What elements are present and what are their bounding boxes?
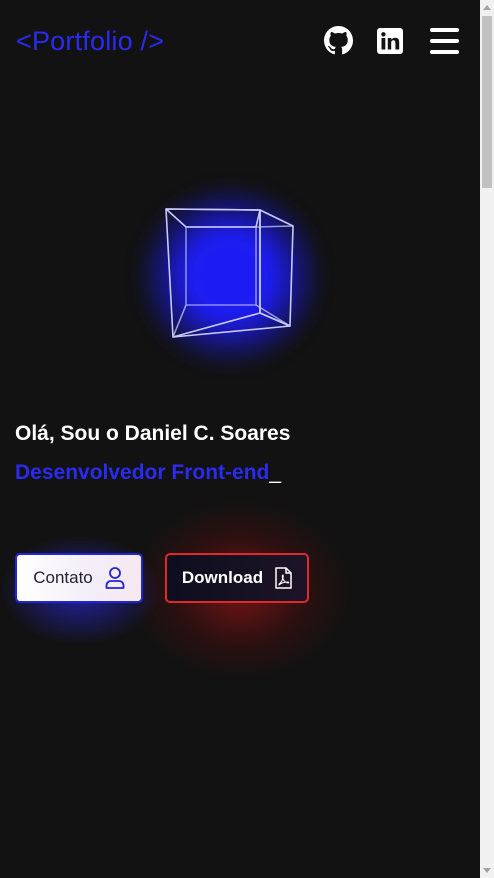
logo[interactable]: <Portfolio /> xyxy=(16,26,164,57)
page: <Portfolio /> Olá, Sou o Daniel C. Soare… xyxy=(0,0,494,878)
header: <Portfolio /> xyxy=(0,0,480,84)
contact-button[interactable]: Contato xyxy=(15,553,143,603)
linkedin-icon[interactable] xyxy=(377,28,403,54)
scrollbar[interactable] xyxy=(480,0,494,878)
download-button-label: Download xyxy=(181,568,264,587)
scroll-up-icon[interactable] xyxy=(483,5,491,10)
cube-animation xyxy=(130,175,330,375)
scroll-down-icon[interactable] xyxy=(483,868,491,873)
hero-greeting: Olá, Sou o Daniel C. Soares xyxy=(15,422,291,445)
cube-icon xyxy=(165,208,294,338)
role-text: Desenvolvedor Front-end xyxy=(15,461,270,484)
hero-role: Desenvolvedor Front-end_ xyxy=(15,461,281,485)
contact-button-label: Contato xyxy=(33,568,93,587)
scrollbar-thumb[interactable] xyxy=(482,16,492,188)
github-icon[interactable] xyxy=(324,26,353,55)
download-button[interactable]: Download xyxy=(165,553,309,603)
typing-cursor: _ xyxy=(269,461,282,484)
menu-icon[interactable] xyxy=(430,28,459,54)
user-icon xyxy=(105,567,125,589)
pdf-file-icon xyxy=(275,567,292,589)
